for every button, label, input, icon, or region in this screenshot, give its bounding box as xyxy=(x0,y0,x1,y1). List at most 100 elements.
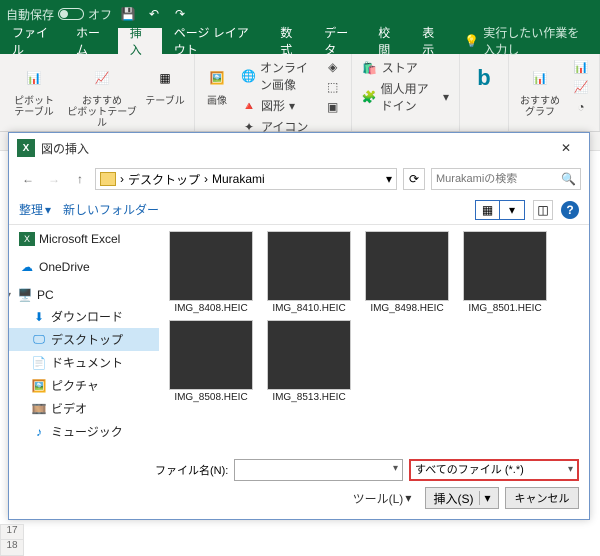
shapes-icon: 🔺 xyxy=(241,98,257,114)
tree-pc[interactable]: ▾🖥️PC xyxy=(9,285,159,305)
help-button[interactable]: ? xyxy=(561,201,579,219)
breadcrumb[interactable]: › デスクトップ › Murakami ▾ xyxy=(95,168,397,190)
group-bing: b xyxy=(460,54,509,131)
undo-icon[interactable]: ↶ xyxy=(144,4,164,24)
preview-pane-button[interactable]: ◫ xyxy=(533,200,553,220)
nav-up-button[interactable]: ↑ xyxy=(69,168,91,190)
my-addins-button[interactable]: 🧩個人用アドイン▾ xyxy=(358,79,453,115)
search-box[interactable]: 🔍 xyxy=(431,168,581,190)
recommended-charts-button[interactable]: 📊 おすすめ グラフ xyxy=(515,58,565,118)
tree-desktop[interactable]: 🖵デスクトップ xyxy=(9,328,159,351)
group-illustrations: 🖼️ 画像 🌐オンライン画像 🔺図形▾ ✦アイコン ◈ ⬚ ▣ xyxy=(195,54,352,131)
row-headers: 17 18 xyxy=(0,524,24,556)
music-icon: ♪ xyxy=(31,425,47,439)
autosave-toggle[interactable]: 自動保存 オフ xyxy=(6,6,112,23)
chevron-down-icon: ▾ xyxy=(45,203,51,217)
screenshot-button[interactable]: ▣ xyxy=(321,98,345,116)
chevron-down-icon: ▾ xyxy=(289,99,295,113)
close-button[interactable]: ✕ xyxy=(551,138,581,158)
excel-icon: X xyxy=(19,232,35,246)
expand-icon[interactable]: ▾ xyxy=(9,288,13,302)
row-header[interactable]: 17 xyxy=(0,524,24,540)
row-header[interactable]: 18 xyxy=(0,540,24,556)
table-button[interactable]: ▦ テーブル xyxy=(142,58,188,107)
tab-view[interactable]: 表示 xyxy=(410,28,454,54)
chevron-down-icon[interactable]: ▾ xyxy=(479,491,490,505)
nav-back-button[interactable]: ← xyxy=(17,168,39,190)
file-item[interactable]: IMG_8513.HEIC xyxy=(265,320,353,403)
file-item[interactable]: IMG_8498.HEIC xyxy=(363,231,451,314)
filename-input[interactable]: ▾ xyxy=(234,459,403,481)
dialog-title: 図の挿入 xyxy=(41,140,551,157)
tree-onedrive[interactable]: ☁OneDrive xyxy=(9,257,159,277)
thumbnail-icon xyxy=(169,320,253,390)
tab-file[interactable]: ファイル xyxy=(0,28,64,54)
smartart-icon: ⬚ xyxy=(325,79,341,95)
line-chart-button[interactable]: 📈 xyxy=(569,78,593,96)
thumbnail-icon xyxy=(365,231,449,301)
bing-maps-button[interactable]: b xyxy=(466,58,502,94)
tree-documents[interactable]: 📄ドキュメント xyxy=(9,351,159,374)
chart-icon: 📊 xyxy=(524,62,556,94)
file-item[interactable]: IMG_8410.HEIC xyxy=(265,231,353,314)
document-icon: 📄 xyxy=(31,356,47,370)
3d-model-button[interactable]: ◈ xyxy=(321,58,345,76)
breadcrumb-item[interactable]: Murakami xyxy=(212,172,265,186)
tree-music[interactable]: ♪ミュージック xyxy=(9,420,159,443)
chevron-down-icon[interactable]: ▾ xyxy=(393,463,398,474)
online-pictures-button[interactable]: 🌐オンライン画像 xyxy=(237,58,317,94)
cloud-icon: ☁ xyxy=(19,260,35,274)
search-input[interactable] xyxy=(436,173,557,185)
cube-icon: ◈ xyxy=(325,59,341,75)
pie-chart-button[interactable]: ◔ xyxy=(569,98,593,116)
pictures-button[interactable]: 🖼️ 画像 xyxy=(201,58,233,107)
pivot-table-button[interactable]: 📊 ピボット テーブル xyxy=(6,58,62,118)
tree-pictures[interactable]: 🖼️ピクチャ xyxy=(9,374,159,397)
file-item[interactable]: IMG_8508.HEIC xyxy=(167,320,255,403)
breadcrumb-sep: › xyxy=(204,172,208,186)
thumbnail-icon xyxy=(169,231,253,301)
insert-picture-dialog: X 図の挿入 ✕ ← → ↑ › デスクトップ › Murakami ▾ ⟳ 🔍… xyxy=(8,132,590,520)
refresh-button[interactable]: ⟳ xyxy=(403,168,425,190)
redo-icon[interactable]: ↷ xyxy=(170,4,190,24)
filename-label: ファイル名(N): xyxy=(155,462,228,478)
tools-button[interactable]: ツール(L)▾ xyxy=(345,487,419,509)
tab-data[interactable]: データ xyxy=(312,28,366,54)
cancel-button[interactable]: キャンセル xyxy=(505,487,579,509)
shapes-button[interactable]: 🔺図形▾ xyxy=(237,96,317,115)
tab-formulas[interactable]: 数式 xyxy=(268,28,312,54)
smartart-button[interactable]: ⬚ xyxy=(321,78,345,96)
recommended-pivot-button[interactable]: 📈 おすすめ ピボットテーブル xyxy=(66,58,138,129)
new-folder-button[interactable]: 新しいフォルダー xyxy=(63,201,159,218)
tab-home[interactable]: ホーム xyxy=(64,28,118,54)
toggle-switch-icon xyxy=(58,8,84,20)
view-mode-selector[interactable]: ▦ ▾ xyxy=(475,200,525,220)
store-button[interactable]: 🛍️ストア xyxy=(358,58,453,77)
pivot-table-icon: 📊 xyxy=(18,62,50,94)
tab-review[interactable]: 校閲 xyxy=(366,28,410,54)
tree-downloads[interactable]: ⬇ダウンロード xyxy=(9,305,159,328)
file-type-filter[interactable]: すべてのファイル (*.*) xyxy=(409,459,579,481)
file-item[interactable]: IMG_8408.HEIC xyxy=(167,231,255,314)
pictures-icon: 🖼️ xyxy=(201,62,233,94)
thumbnail-icon xyxy=(463,231,547,301)
ribbon: 📊 ピボット テーブル 📈 おすすめ ピボットテーブル ▦ テーブル 🖼️ 画像… xyxy=(0,54,600,132)
tab-page-layout[interactable]: ページ レイアウト xyxy=(162,28,269,54)
tree-videos[interactable]: 🎞️ビデオ xyxy=(9,397,159,420)
chevron-down-icon[interactable]: ▾ xyxy=(500,201,524,219)
tell-me[interactable]: 💡 実行したい作業を入力し xyxy=(454,28,600,54)
chevron-down-icon[interactable]: ▾ xyxy=(386,172,392,186)
organize-button[interactable]: 整理▾ xyxy=(19,201,51,218)
tell-me-label: 実行したい作業を入力し xyxy=(483,24,590,58)
tab-insert[interactable]: 挿入 xyxy=(118,28,162,54)
table-icon: ▦ xyxy=(149,62,181,94)
file-item[interactable]: IMG_8501.HEIC xyxy=(461,231,549,314)
ribbon-tabs: ファイル ホーム 挿入 ページ レイアウト 数式 データ 校閲 表示 💡 実行し… xyxy=(0,28,600,54)
thumbs-view-icon[interactable]: ▦ xyxy=(476,201,500,219)
insert-button[interactable]: 挿入(S)▾ xyxy=(425,487,499,509)
breadcrumb-item[interactable]: デスクトップ xyxy=(128,171,200,188)
nav-forward-button[interactable]: → xyxy=(43,168,65,190)
save-icon[interactable]: 💾 xyxy=(118,4,138,24)
tree-excel[interactable]: XMicrosoft Excel xyxy=(9,229,159,249)
column-chart-button[interactable]: 📊 xyxy=(569,58,593,76)
